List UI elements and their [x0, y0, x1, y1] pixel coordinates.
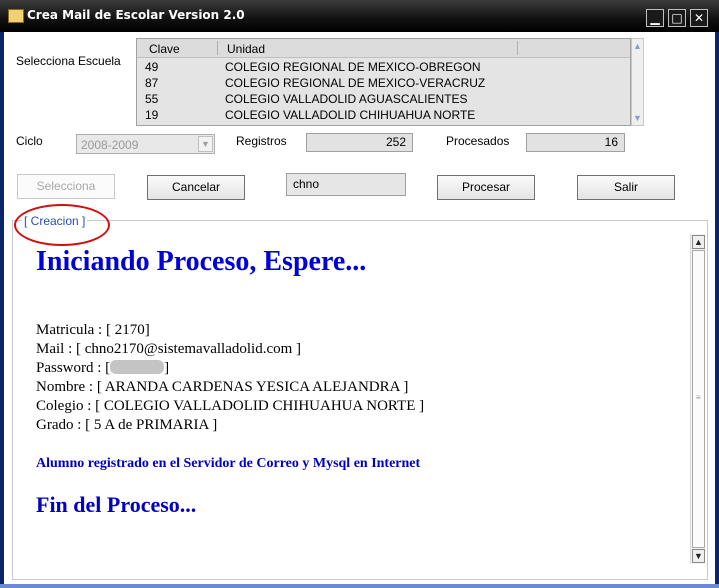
list-item[interactable]: 19 COLEGIO VALLADOLID CHIHUAHUA NORTE — [137, 107, 630, 123]
password-line: Password : [] — [36, 360, 169, 377]
dropdown-arrow-icon[interactable]: ▼ — [198, 136, 213, 152]
list-item-unidad: COLEGIO REGIONAL DE MEXICO-VERACRUZ — [225, 76, 486, 90]
fin-message: Fin del Proceso... — [36, 492, 197, 517]
list-item-clave: 49 — [145, 60, 159, 74]
prefix-input[interactable]: chno — [286, 173, 406, 196]
maximize-button[interactable]: □ — [668, 9, 686, 27]
list-header: Clave Unidad — [137, 39, 630, 58]
procesados-field: 16 — [526, 133, 625, 152]
salir-button[interactable]: Salir — [577, 175, 675, 200]
escuela-label: Selecciona Escuela — [16, 54, 121, 68]
list-item-unidad: COLEGIO REGIONAL DE MEXICO-OBREGON — [225, 60, 481, 74]
password-redacted — [110, 360, 165, 374]
minimize-button[interactable]: ▁ — [646, 9, 664, 27]
registrado-message: Alumno registrado en el Servidor de Corr… — [36, 456, 421, 471]
scroll-up-icon[interactable]: ▲ — [632, 40, 643, 52]
scroll-down-icon[interactable]: ▼ — [632, 112, 643, 124]
app-icon — [8, 9, 24, 23]
taskbar-strip — [0, 584, 719, 588]
column-header-clave[interactable]: Clave — [149, 42, 180, 56]
close-button[interactable]: ✕ — [690, 9, 708, 27]
list-item[interactable]: 49 COLEGIO REGIONAL DE MEXICO-OBREGON — [137, 59, 630, 75]
password-suffix: ] — [164, 360, 170, 376]
scroll-down-icon[interactable]: ▼ — [692, 549, 705, 563]
nombre-line: Nombre : [ ARANDA CARDENAS YESICA ALEJAN… — [36, 379, 409, 395]
column-divider — [517, 41, 518, 55]
log-scrollbar[interactable]: ▲ ≡ ▼ — [690, 234, 705, 564]
password-prefix: Password : [ — [36, 360, 111, 376]
list-item-clave: 87 — [145, 76, 159, 90]
grado-line: Grado : [ 5 A de PRIMARIA ] — [36, 417, 218, 433]
school-list[interactable]: Clave Unidad 49 COLEGIO REGIONAL DE MEXI… — [136, 38, 631, 126]
grip-icon: ≡ — [696, 393, 701, 402]
title-bar[interactable]: Crea Mail de Escolar Version 2.0 ▁ □ ✕ — [0, 0, 719, 32]
list-item[interactable]: 55 COLEGIO VALLADOLID AGUASCALIENTES — [137, 91, 630, 107]
procesados-label: Procesados — [446, 134, 510, 148]
list-item[interactable]: 87 COLEGIO REGIONAL DE MEXICO-VERACRUZ — [137, 75, 630, 91]
school-list-scrollbar[interactable]: ▲ ▼ — [631, 38, 644, 126]
matricula-line: Matricula : [ 2170] — [36, 322, 150, 338]
selecciona-button[interactable]: Selecciona — [17, 174, 115, 199]
cancelar-button[interactable]: Cancelar — [147, 175, 245, 200]
ciclo-value: 2008-2009 — [81, 138, 139, 152]
procesar-button[interactable]: Procesar — [437, 175, 535, 200]
list-item-clave: 55 — [145, 92, 159, 106]
process-log: Iniciando Proceso, Espere... Matricula :… — [36, 246, 676, 566]
red-annotation-circle — [14, 204, 110, 246]
ciclo-label: Ciclo — [16, 134, 43, 148]
list-item-clave: 19 — [145, 108, 159, 122]
process-heading: Iniciando Proceso, Espere... — [36, 246, 367, 277]
column-header-unidad[interactable]: Unidad — [227, 42, 265, 56]
scroll-up-icon[interactable]: ▲ — [692, 235, 705, 249]
list-item-unidad: COLEGIO VALLADOLID AGUASCALIENTES — [225, 92, 468, 106]
registros-field: 252 — [306, 133, 413, 152]
window-title: Crea Mail de Escolar Version 2.0 — [27, 8, 245, 22]
scroll-thumb[interactable]: ≡ — [692, 250, 705, 548]
ciclo-select[interactable]: 2008-2009 ▼ — [76, 134, 215, 154]
list-item-unidad: COLEGIO VALLADOLID CHIHUAHUA NORTE — [225, 108, 476, 122]
client-area: Selecciona Escuela Clave Unidad 49 COLEG… — [4, 32, 715, 584]
app-window: Crea Mail de Escolar Version 2.0 ▁ □ ✕ S… — [0, 0, 719, 588]
registros-label: Registros — [236, 134, 287, 148]
column-divider — [217, 41, 218, 55]
colegio-line: Colegio : [ COLEGIO VALLADOLID CHIHUAHUA… — [36, 398, 425, 414]
mail-line: Mail : [ chno2170@sistemavalladolid.com … — [36, 341, 302, 357]
